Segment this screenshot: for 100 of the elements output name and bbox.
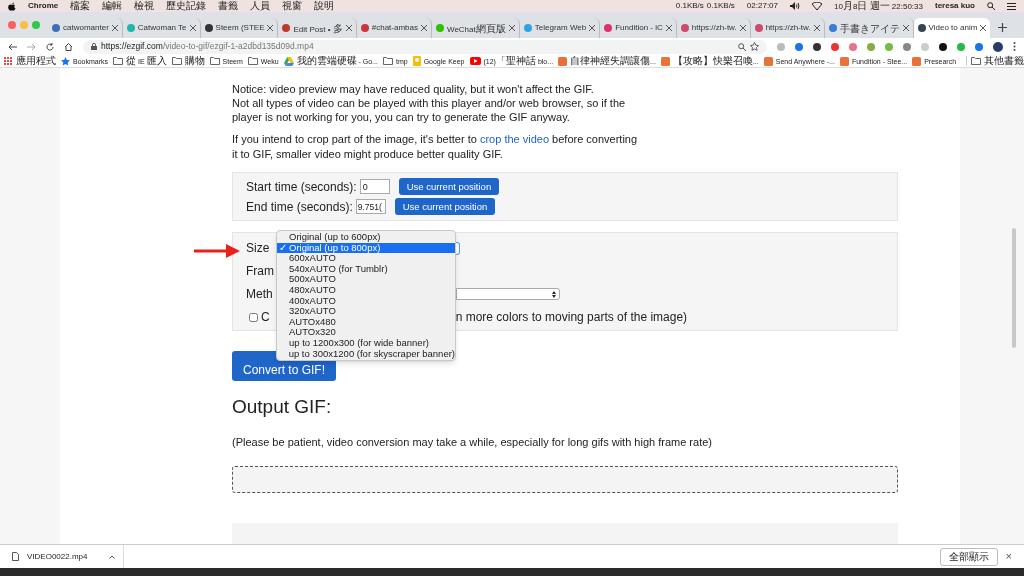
menu-item[interactable]: 視窗 xyxy=(282,1,303,11)
site-icon xyxy=(558,56,568,66)
tab-title: Catwoman Te xyxy=(137,22,187,34)
wifi-icon[interactable] xyxy=(812,2,822,10)
tab-title: #chat-ambas xyxy=(371,22,418,34)
start-time-label: Start time (seconds): xyxy=(246,179,357,194)
close-icon[interactable] xyxy=(111,25,118,31)
address-field[interactable]: https://ezgif.com/video-to-gif/ezgif-1-a2dbd135d09d.mp4 xyxy=(83,39,767,54)
close-icon[interactable] xyxy=(267,25,274,31)
timer-text: 02:27:07 xyxy=(746,2,778,10)
clock-text[interactable]: 10月8日 週一 22:50:33 xyxy=(834,1,923,11)
menu-item[interactable]: 歷史記錄 xyxy=(166,1,207,11)
site-icon xyxy=(763,56,773,66)
close-icon[interactable] xyxy=(589,25,596,31)
drive-icon xyxy=(283,56,294,66)
close-button[interactable]: × xyxy=(1005,548,1012,565)
menu-item[interactable]: 書籤 xyxy=(218,1,239,11)
dropdown-option[interactable]: 500xAUTO xyxy=(277,274,455,285)
folder-icon xyxy=(171,57,182,65)
tab-title: https://zh-tw. xyxy=(691,22,737,34)
tab-title: Edit Post • 多 xyxy=(293,21,343,36)
network-speed: 0.1KB/s xyxy=(675,2,704,10)
menu-item[interactable]: 檢視 xyxy=(134,1,155,11)
extension-icon[interactable] xyxy=(813,42,821,51)
menu-icon[interactable] xyxy=(1007,2,1016,10)
zoom-icon[interactable] xyxy=(738,42,746,51)
show-all-button[interactable]: 全部顯示 xyxy=(939,547,998,566)
other-bookmarks[interactable]: 其他書籤 xyxy=(966,56,1024,66)
tab-title: WeChat網頁版 xyxy=(447,21,506,36)
file-icon xyxy=(12,552,19,561)
crop-hint-text: If you intend to crop part of the image, it's better to crop the video before converting it to GIF, smaller video might produce better quality GIF. xyxy=(232,132,639,162)
close-icon[interactable] xyxy=(665,25,672,31)
tab-title: catwomanter xyxy=(63,22,109,34)
dropdown-option[interactable]: 600xAUTO xyxy=(277,253,455,264)
close-icon[interactable] xyxy=(421,25,427,31)
back-icon[interactable] xyxy=(8,42,17,51)
menu-item[interactable]: 說明 xyxy=(314,1,335,11)
method-label: Meth xyxy=(246,287,274,301)
output-note: (Please be patient, video conversion may take a while, especially for long gifs with high frame rate) xyxy=(232,435,713,449)
user-name[interactable]: teresa kuo xyxy=(934,2,975,10)
folder-icon xyxy=(113,57,123,65)
option-label: C xyxy=(261,310,270,324)
close-icon[interactable] xyxy=(902,25,909,31)
browser-tab[interactable]: Video to anim xyxy=(913,18,991,38)
star-icon[interactable] xyxy=(750,42,759,51)
site-icon xyxy=(912,56,922,66)
close-icon[interactable] xyxy=(508,25,515,31)
end-time-field[interactable]: 9.751( xyxy=(355,199,386,214)
close-icon[interactable] xyxy=(813,25,820,31)
frame-rate-label: Fram xyxy=(246,264,274,278)
crop-video-link[interactable]: crop the video xyxy=(479,133,550,145)
dropdown-option[interactable]: AUTOx480 xyxy=(277,316,455,328)
dropdown-option[interactable]: 480xAUTO xyxy=(277,284,455,296)
use-position-button[interactable]: Use current position xyxy=(394,198,496,215)
option-checkbox[interactable] xyxy=(249,312,258,322)
compatibility-text: Not all types of video can be played with this player and/or web browser, so if the player is not working for you, you can try to generate the GIF anyway. xyxy=(232,96,627,124)
tab-title: 手書きアイテ xyxy=(839,21,900,36)
output-heading: Output GIF: xyxy=(232,396,333,418)
new-tab-icon[interactable] xyxy=(998,23,1008,32)
dropdown-option[interactable]: 400xAUTO xyxy=(277,295,455,307)
menu-item[interactable]: 編輯 xyxy=(102,1,123,11)
app-menu[interactable]: Chrome xyxy=(28,2,59,10)
close-icon[interactable] xyxy=(739,25,746,31)
apple-icon[interactable] xyxy=(8,1,16,11)
avatar[interactable] xyxy=(993,41,1003,52)
file-name: VIDEO0022.mp4 xyxy=(27,550,88,563)
apps-grid-icon xyxy=(4,56,13,66)
arrow-icon xyxy=(194,244,240,258)
url-text: https://ezgif.com/video-to-gif/ezgif-1-a2dbd135d09d.mp4 xyxy=(101,40,314,53)
more-icon[interactable] xyxy=(1013,42,1016,51)
site-icon xyxy=(839,56,849,66)
scrollbar-thumb[interactable] xyxy=(1012,228,1016,348)
bookmark[interactable]: 購物 xyxy=(171,56,205,66)
use-position-button[interactable]: Use current position xyxy=(398,178,500,195)
tab-title: Telegram Web xyxy=(534,22,587,34)
dropdown-option[interactable]: AUTOx320 xyxy=(277,327,455,338)
folder-icon xyxy=(382,57,393,65)
tab-title: https://zh-tw. xyxy=(765,22,811,34)
tab-title: Video to anim xyxy=(928,22,978,34)
updown-icon xyxy=(552,290,556,298)
extension-icon[interactable] xyxy=(939,42,947,51)
reload-icon[interactable] xyxy=(46,42,54,51)
home-icon[interactable] xyxy=(64,42,73,51)
dropdown-option[interactable]: up to 1200x300 (for wide banner) xyxy=(277,337,455,349)
close-icon[interactable] xyxy=(345,25,352,31)
bookmark[interactable]: 應用程式 xyxy=(4,56,56,66)
size-label: Size xyxy=(246,241,271,255)
close-icon[interactable] xyxy=(189,25,196,31)
tab-title: Steem (STEE xyxy=(215,22,265,34)
dropdown-option[interactable]: Original (up to 600px) xyxy=(277,232,455,243)
menu-item[interactable]: 人員 xyxy=(250,1,271,11)
search-icon[interactable] xyxy=(987,2,995,10)
dropdown-option[interactable]: 320xAUTO xyxy=(277,306,455,317)
menu-item[interactable]: 檔案 xyxy=(70,1,91,11)
volume-icon[interactable] xyxy=(790,2,800,10)
dropdown-option[interactable]: 540xAUTO (for Tumblr) xyxy=(277,263,455,275)
dropdown-option[interactable]: ✓ Original (up to 800px) xyxy=(277,242,455,254)
close-icon[interactable] xyxy=(980,25,987,31)
start-time-field[interactable]: 0 xyxy=(359,179,390,194)
folder-icon xyxy=(971,57,982,65)
